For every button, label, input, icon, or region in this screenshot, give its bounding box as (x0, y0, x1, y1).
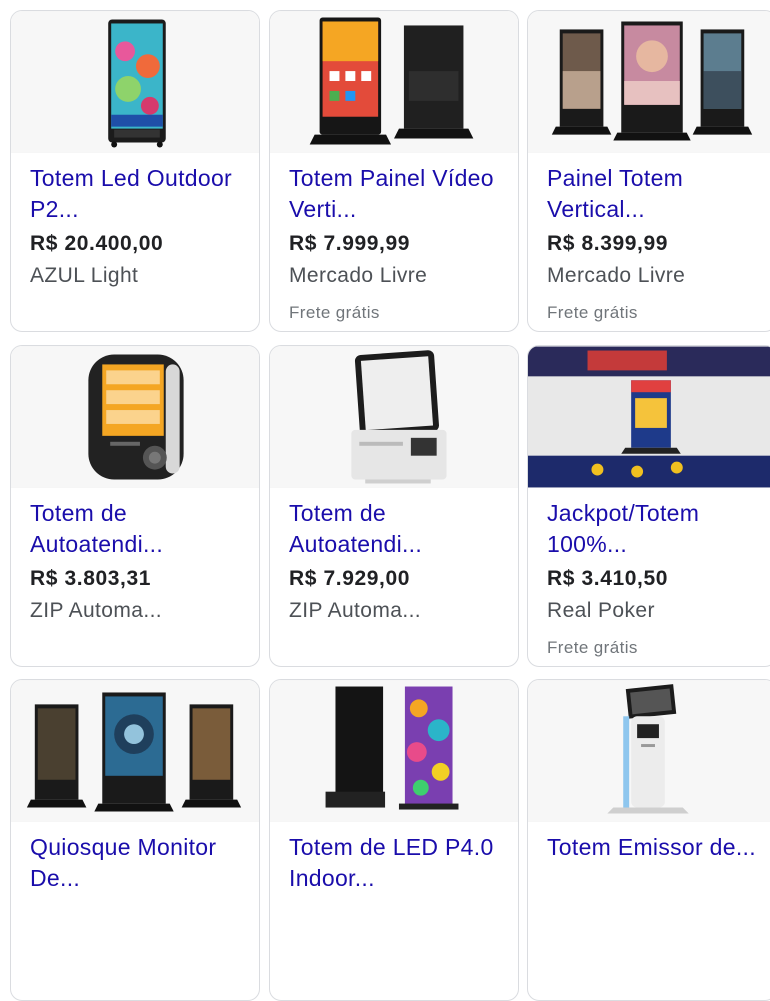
product-card[interactable]: Totem Emissor de... (527, 679, 770, 1001)
product-card[interactable]: Totem de Autoatendi... R$ 7.929,00 ZIP A… (269, 345, 519, 667)
jackpot-totem-image (528, 346, 770, 488)
product-card[interactable]: Quiosque Monitor De... (10, 679, 260, 1001)
product-seller: Mercado Livre (289, 264, 428, 287)
product-card[interactable]: Painel Totem Vertical... R$ 8.399,99 Mer… (527, 10, 770, 332)
product-price: R$ 20.400,00 (30, 232, 164, 255)
product-title[interactable]: Quiosque Monitor De... (30, 832, 251, 894)
product-price: R$ 3.410,50 (547, 567, 669, 590)
monitor-kiosk-image (11, 680, 259, 822)
product-seller: AZUL Light (30, 264, 139, 287)
product-card[interactable]: Totem Led Outdoor P2... R$ 20.400,00 AZU… (10, 10, 260, 332)
product-price: R$ 3.803,31 (30, 567, 152, 590)
product-price: R$ 8.399,99 (547, 232, 669, 255)
product-shipping: Frete grátis (547, 303, 638, 322)
product-title[interactable]: Totem de Autoatendi... (30, 498, 251, 560)
vertical-panel-totem-image (528, 11, 770, 153)
self-service-kiosk-image (11, 346, 259, 488)
video-panel-totem-image (270, 11, 518, 153)
product-title[interactable]: Totem Emissor de... (547, 832, 768, 863)
product-shipping: Frete grátis (289, 303, 380, 322)
product-seller: Real Poker (547, 599, 655, 622)
led-p4-totem-image (270, 680, 518, 822)
product-seller: Mercado Livre (547, 264, 686, 287)
product-title[interactable]: Totem Led Outdoor P2... (30, 163, 251, 225)
product-shipping: Frete grátis (547, 638, 638, 657)
ticket-emitter-totem-image (528, 680, 770, 822)
led-totem-image (11, 11, 259, 153)
product-card[interactable]: Jackpot/Totem 100%... R$ 3.410,50 Real P… (527, 345, 770, 667)
product-title[interactable]: Painel Totem Vertical... (547, 163, 768, 225)
product-title[interactable]: Jackpot/Totem 100%... (547, 498, 768, 560)
shopping-results-grid: Totem Led Outdoor P2... R$ 20.400,00 AZU… (0, 0, 770, 1001)
product-title[interactable]: Totem de LED P4.0 Indoor... (289, 832, 510, 894)
product-card[interactable]: Totem Painel Vídeo Verti... R$ 7.999,99 … (269, 10, 519, 332)
product-card[interactable]: Totem de LED P4.0 Indoor... (269, 679, 519, 1001)
white-kiosk-image (270, 346, 518, 488)
product-card[interactable]: Totem de Autoatendi... R$ 3.803,31 ZIP A… (10, 345, 260, 667)
product-seller: ZIP Automa... (30, 599, 163, 622)
product-title[interactable]: Totem de Autoatendi... (289, 498, 510, 560)
product-title[interactable]: Totem Painel Vídeo Verti... (289, 163, 510, 225)
product-price: R$ 7.999,99 (289, 232, 411, 255)
product-price: R$ 7.929,00 (289, 567, 411, 590)
product-seller: ZIP Automa... (289, 599, 422, 622)
